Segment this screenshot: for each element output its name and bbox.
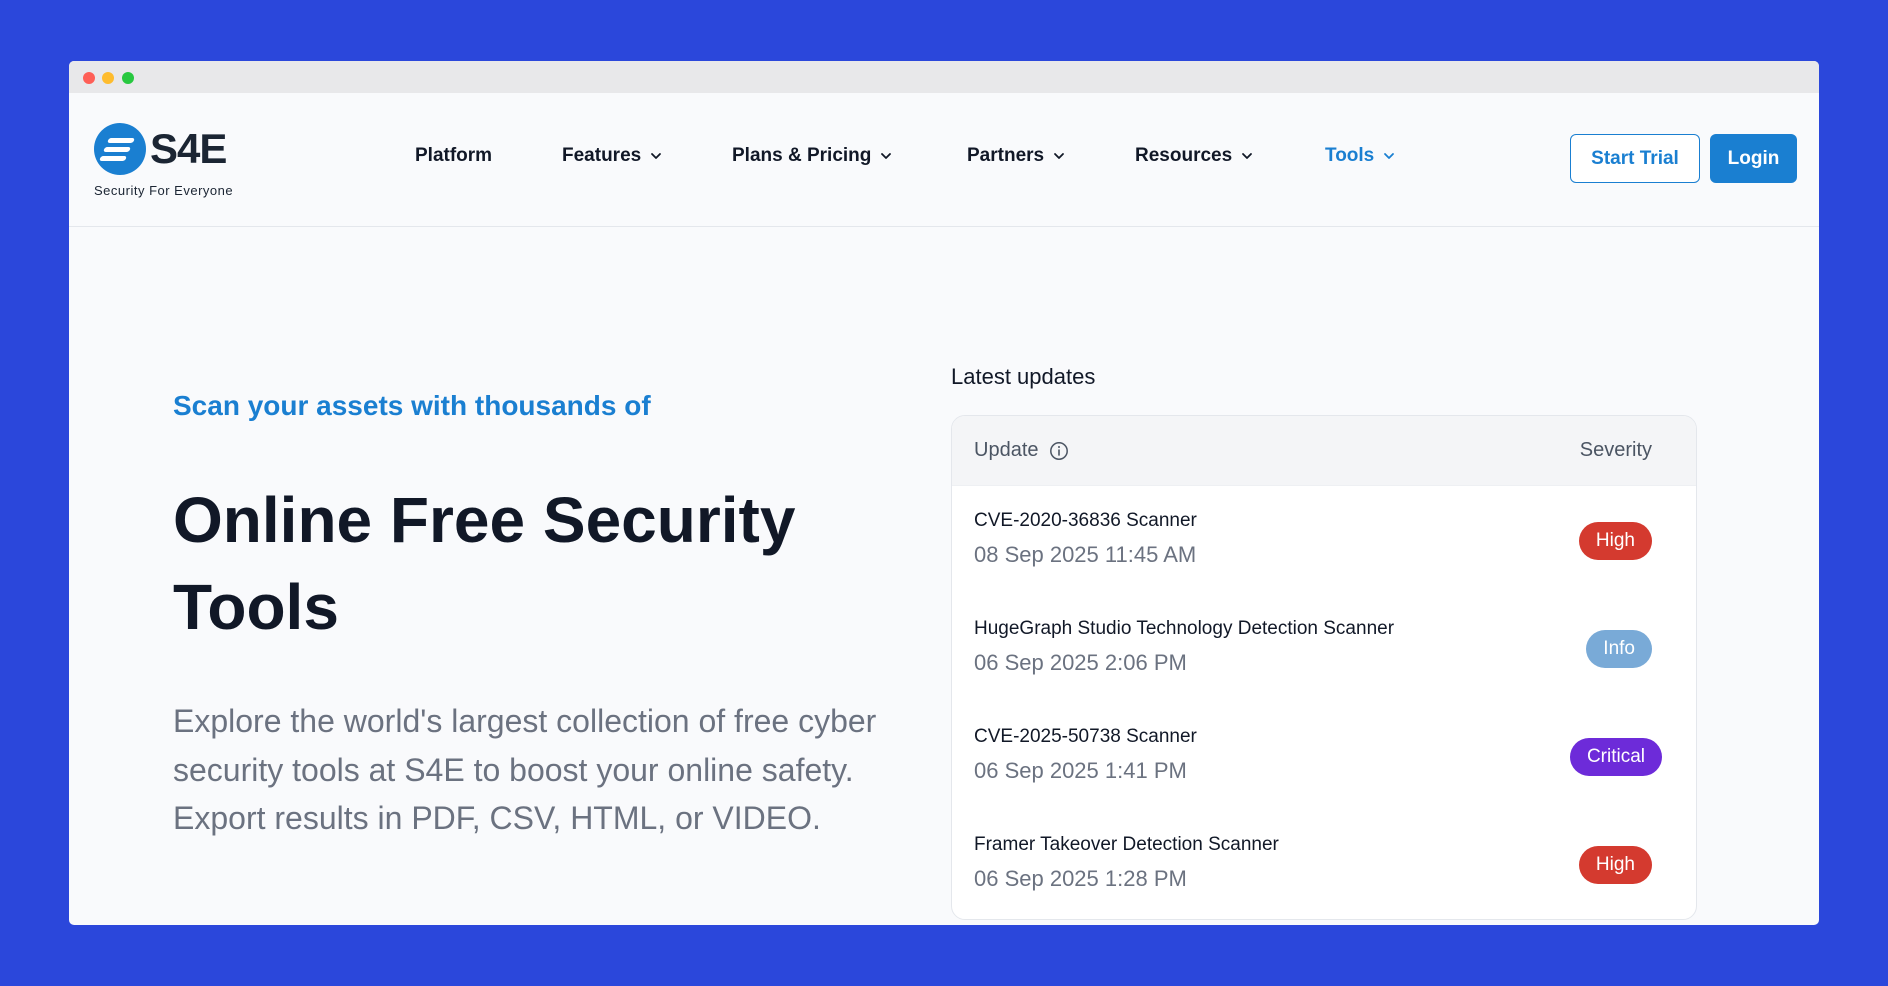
hero-description: Explore the world's largest collection o… [173, 703, 877, 836]
chevron-down-icon [881, 153, 892, 159]
top-navbar: S4E Security For Everyone Platform Featu… [69, 93, 1819, 227]
s4e-logo-icon [94, 123, 146, 175]
latest-updates-heading: Latest updates [951, 364, 1096, 389]
table-row[interactable]: CVE-2025-50738 Scanner 06 Sep 2025 1:41 … [952, 702, 1696, 810]
hero-title: Online Free Security Tools [173, 484, 796, 643]
table-row[interactable]: HugeGraph Studio Technology Detection Sc… [952, 594, 1696, 702]
update-name: CVE-2020-36836 Scanner [974, 510, 1197, 531]
nav-label: Platform [415, 145, 493, 166]
brand-tagline: Security For Everyone [94, 183, 234, 198]
severity-badge: Critical [1569, 738, 1662, 776]
update-date: 06 Sep 2025 2:06 PM [974, 650, 1187, 675]
browser-window: S4E Security For Everyone Platform Featu… [69, 61, 1819, 925]
nav-label: Resources [1135, 145, 1233, 166]
maximize-window-dot[interactable] [122, 72, 134, 84]
severity-badge: Info [1586, 630, 1652, 668]
chevron-down-icon [651, 153, 662, 159]
update-name: HugeGraph Studio Technology Detection Sc… [974, 618, 1395, 639]
chevron-down-icon [1054, 153, 1065, 159]
update-column-header: Update [974, 439, 1069, 462]
update-date: 06 Sep 2025 1:41 PM [974, 758, 1187, 783]
severity-badge: High [1578, 522, 1652, 560]
severity-column-header: Severity [1579, 439, 1652, 461]
info-icon[interactable] [1049, 441, 1069, 461]
brand-name: S4E [150, 125, 227, 172]
update-date: 08 Sep 2025 11:45 AM [974, 542, 1197, 567]
nav-label: Partners [967, 145, 1045, 166]
nav-plans-pricing[interactable]: Plans & Pricing [732, 145, 893, 167]
login-button[interactable]: Login [1710, 134, 1797, 183]
hero-eyebrow: Scan your assets with thousands of [173, 390, 651, 421]
window-titlebar [69, 61, 1819, 93]
nav-tools[interactable]: Tools [1325, 145, 1396, 167]
severity-badge: High [1578, 846, 1652, 884]
chevron-down-icon [1384, 153, 1395, 159]
nav-partners[interactable]: Partners [967, 145, 1066, 167]
table-row[interactable]: Framer Takeover Detection Scanner 06 Sep… [952, 810, 1696, 918]
latest-updates-table: Update Severity CVE-2020-36836 Scanner 0… [951, 415, 1697, 920]
nav-label: Tools [1325, 145, 1375, 166]
nav-label: Plans & Pricing [732, 145, 872, 166]
nav-label: Features [562, 145, 642, 166]
column-label: Update [974, 439, 1039, 461]
update-date: 06 Sep 2025 1:28 PM [974, 866, 1187, 891]
close-window-dot[interactable] [83, 72, 95, 84]
nav-resources[interactable]: Resources [1135, 145, 1254, 167]
chevron-down-icon [1242, 153, 1253, 159]
table-row[interactable]: CVE-2020-36836 Scanner 08 Sep 2025 11:45… [952, 486, 1696, 594]
table-header: Update Severity [952, 416, 1696, 486]
brand-logo[interactable]: S4E Security For Everyone [94, 123, 254, 203]
start-trial-button[interactable]: Start Trial [1570, 134, 1700, 183]
nav-platform[interactable]: Platform [415, 145, 492, 167]
update-name: Framer Takeover Detection Scanner [974, 834, 1279, 855]
minimize-window-dot[interactable] [102, 72, 114, 84]
update-name: CVE-2025-50738 Scanner [974, 726, 1197, 747]
nav-features[interactable]: Features [562, 145, 663, 167]
